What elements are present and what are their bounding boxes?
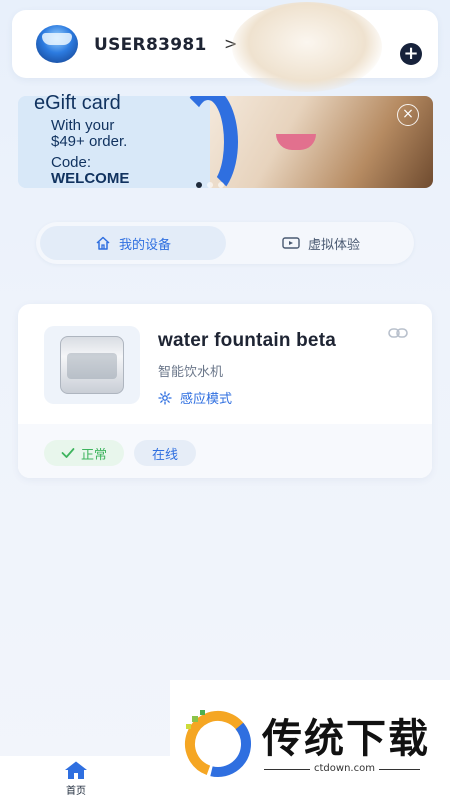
carousel-dot[interactable] bbox=[207, 182, 213, 188]
watermark: 传统下载 ctdown.com bbox=[170, 680, 450, 800]
username[interactable]: USER83981 bbox=[94, 35, 207, 55]
online-label: 在线 bbox=[151, 447, 178, 463]
status-label: 正常 bbox=[80, 447, 107, 463]
nav-home[interactable]: 首页 bbox=[48, 756, 104, 800]
watermark-text: 传统下载 bbox=[262, 716, 430, 762]
avatar[interactable] bbox=[36, 25, 78, 63]
ctdown-logo-icon bbox=[185, 710, 251, 777]
banner-line-3: Code: bbox=[51, 154, 92, 171]
gear-icon bbox=[158, 390, 172, 405]
carousel-dots[interactable] bbox=[196, 173, 229, 192]
dog-image bbox=[232, 2, 382, 92]
banner-line-1: With your bbox=[51, 117, 115, 134]
device-mode[interactable]: 感应模式 bbox=[158, 388, 232, 407]
device-type: 智能饮水机 bbox=[158, 365, 224, 380]
device-card[interactable]: water fountain beta 智能饮水机 感应模式 正常 在线 bbox=[18, 304, 432, 478]
link-icon[interactable] bbox=[388, 326, 408, 340]
status-badge: 正常 bbox=[44, 440, 124, 466]
banner-title: eGift card bbox=[34, 92, 121, 114]
tab-bar: 我的设备 虚拟体验 bbox=[36, 222, 414, 264]
device-mode-label: 感应模式 bbox=[180, 392, 233, 407]
check-icon bbox=[61, 448, 75, 458]
tab-label: 虚拟体验 bbox=[307, 237, 360, 253]
close-icon[interactable]: × bbox=[397, 104, 419, 126]
device-image bbox=[44, 326, 140, 404]
tab-label: 我的设备 bbox=[118, 237, 171, 253]
device-name: water fountain beta bbox=[158, 330, 336, 351]
tab-my-devices[interactable]: 我的设备 bbox=[40, 226, 226, 260]
tab-virtual-experience[interactable]: 虚拟体验 bbox=[232, 226, 410, 260]
nav-home-label: 首页 bbox=[66, 785, 86, 797]
water-fountain-image bbox=[60, 336, 124, 394]
carousel-dot[interactable] bbox=[218, 182, 224, 188]
home-icon bbox=[65, 761, 87, 779]
bottom-nav: 首页 bbox=[0, 756, 170, 800]
watermark-url: ctdown.com bbox=[310, 763, 379, 774]
video-icon bbox=[282, 237, 300, 249]
banner-code: WELCOME bbox=[51, 170, 130, 187]
add-device-button[interactable]: + bbox=[400, 43, 422, 65]
banner-line-2: $49+ order. bbox=[51, 133, 128, 150]
online-badge: 在线 bbox=[134, 440, 196, 466]
carousel-dot[interactable] bbox=[196, 182, 202, 188]
home-icon bbox=[96, 236, 110, 250]
